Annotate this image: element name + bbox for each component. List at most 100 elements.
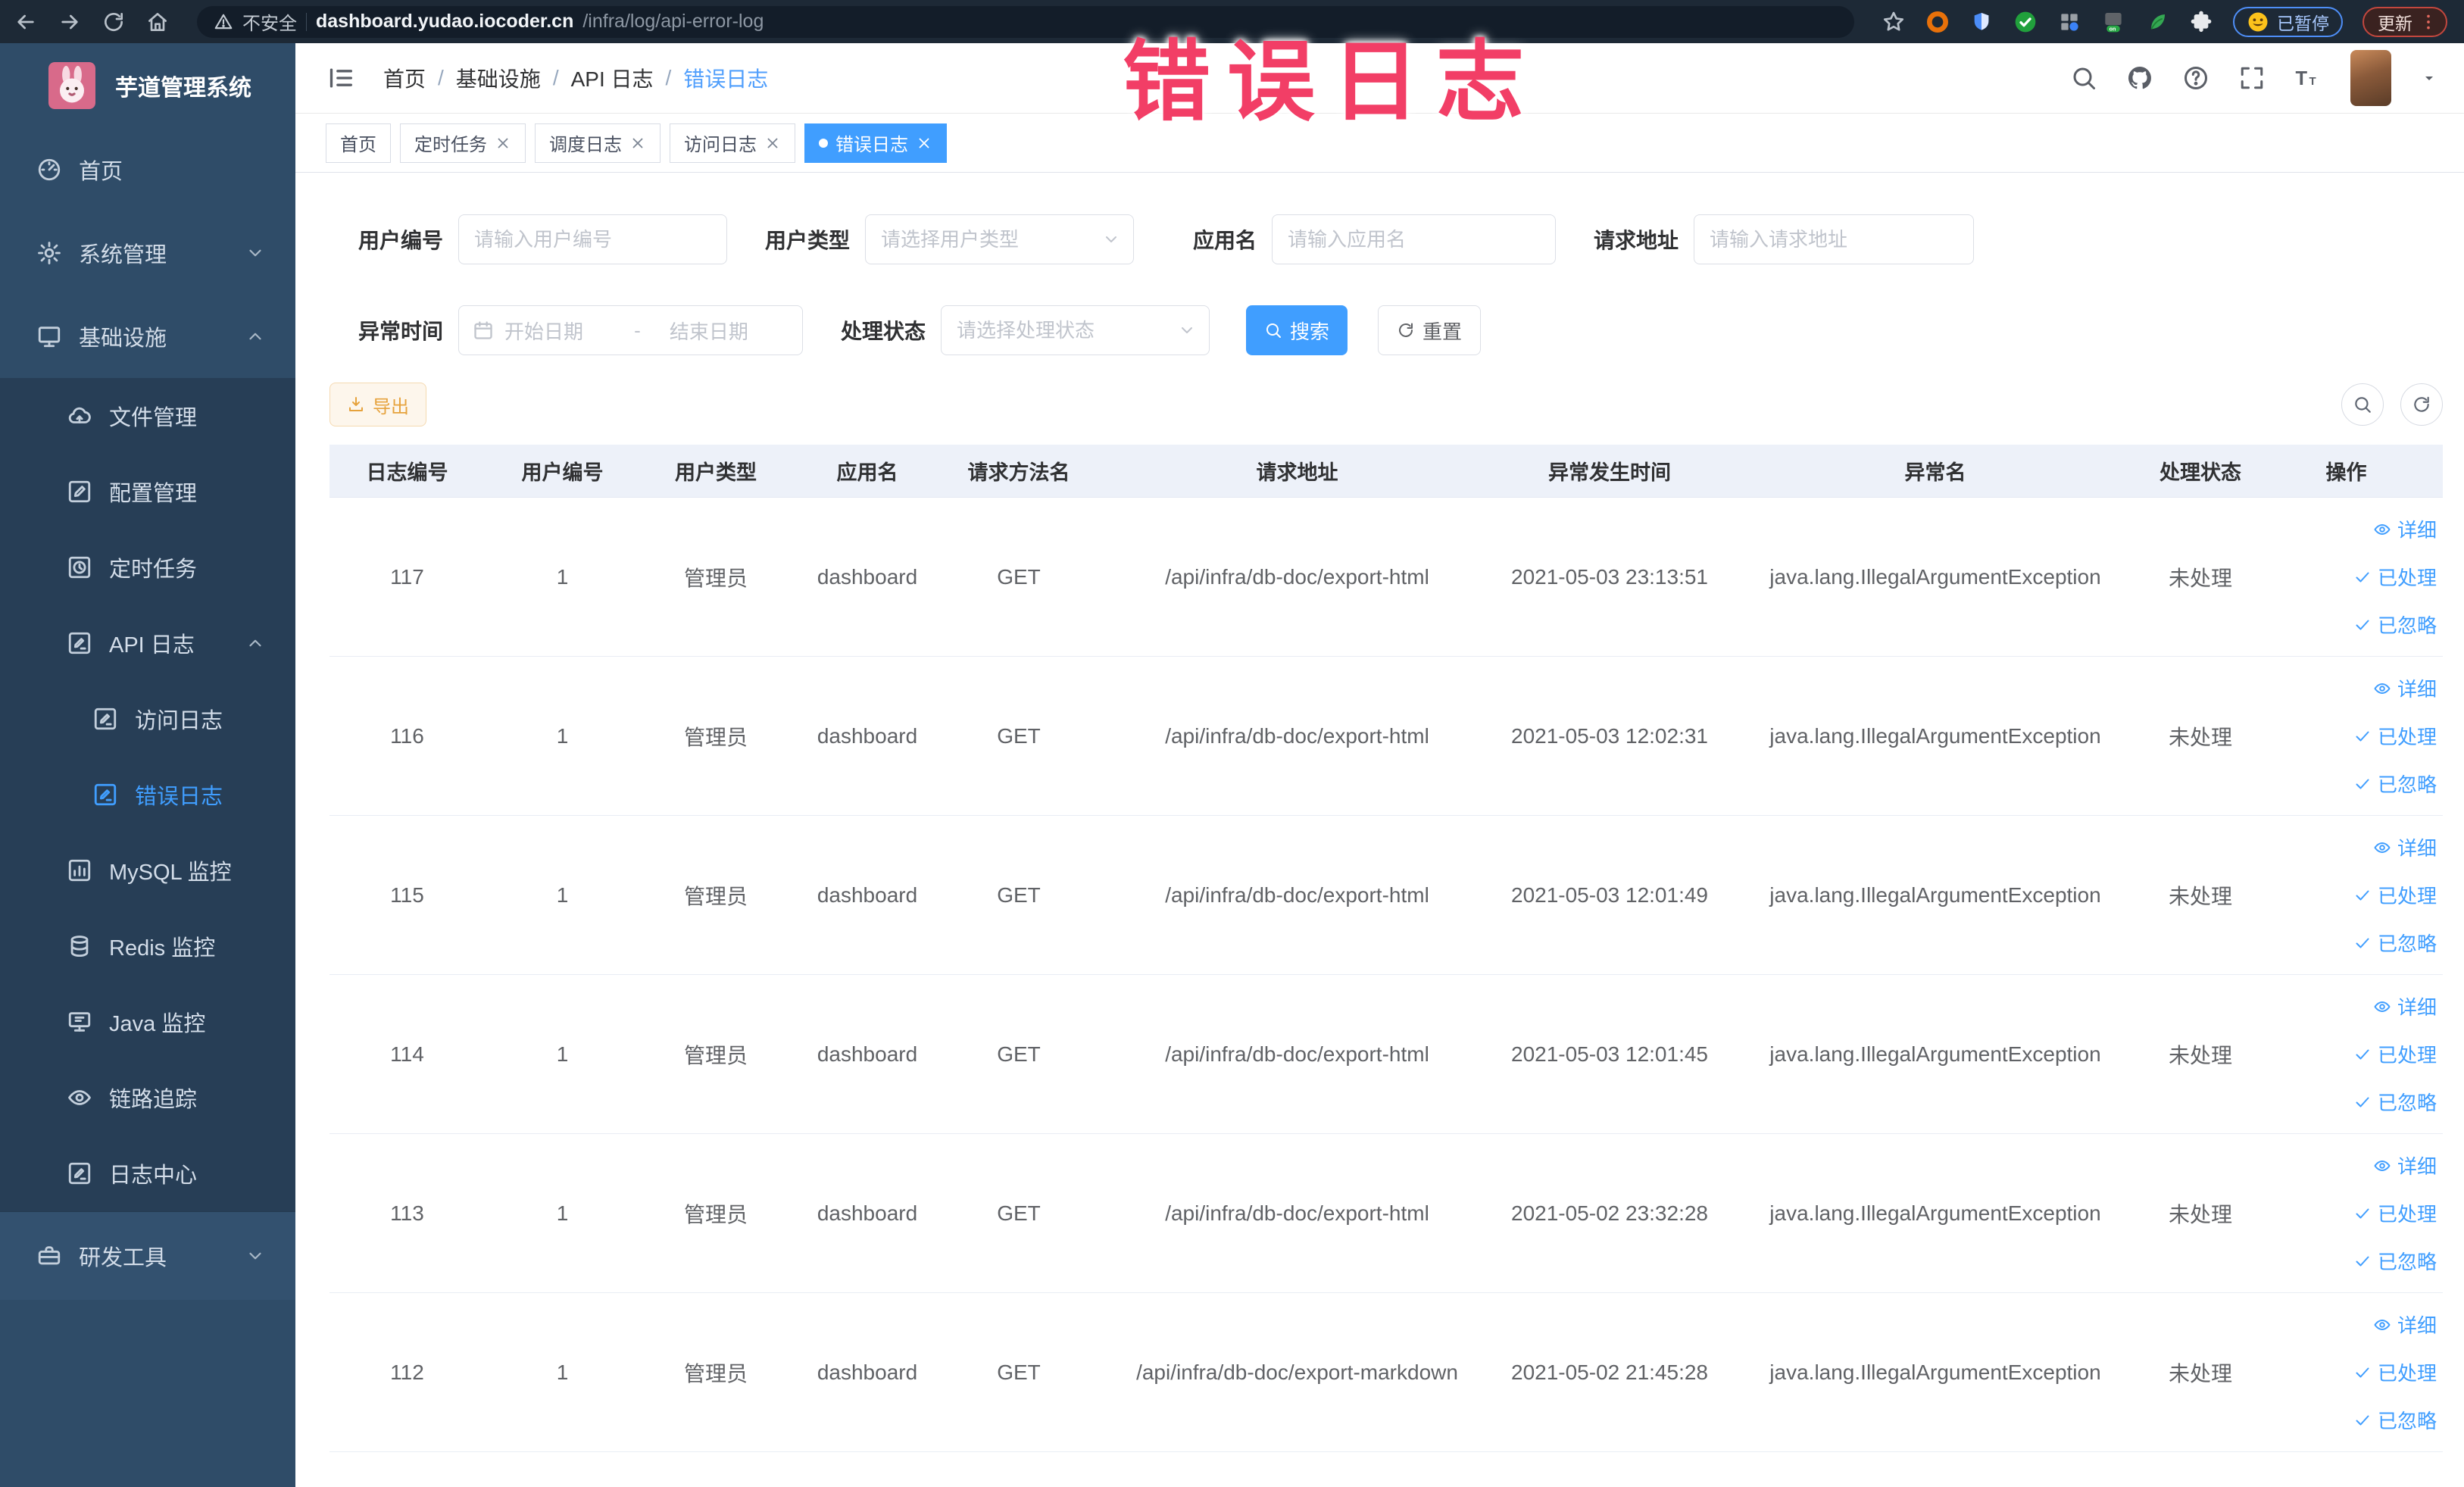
sidebar-item-12-链路追踪[interactable]: 链路追踪 (0, 1060, 295, 1136)
filter-process-status: 处理状态 (812, 305, 1210, 355)
sidebar-item-4-配置管理[interactable]: 配置管理 (0, 454, 295, 530)
app-name-input[interactable] (1272, 214, 1556, 264)
action-link-已忽略[interactable]: 已忽略 (2353, 770, 2437, 798)
github-icon[interactable] (2126, 64, 2153, 92)
browser-back-icon[interactable] (14, 10, 38, 34)
cell-method: GET (997, 723, 1041, 748)
user-id-input[interactable] (458, 214, 727, 264)
action-link-已处理[interactable]: 已处理 (2353, 881, 2437, 909)
cell-status: 未处理 (2168, 884, 2232, 908)
sidebar: 芋道管理系统 首页系统管理基础设施 文件管理 配置管理 定时任务 API 日志 访问日志错… (0, 43, 295, 1487)
action-link-已忽略[interactable]: 已忽略 (2353, 1406, 2437, 1434)
breadcrumb-item-API 日志[interactable]: API 日志 (571, 63, 654, 93)
action-link-详细[interactable]: 详细 (2373, 992, 2437, 1020)
extension-leaf-icon[interactable] (2145, 10, 2169, 34)
fullscreen-icon[interactable] (2238, 64, 2266, 92)
tab-首页[interactable]: 首页 (326, 123, 391, 163)
refresh-table-button[interactable] (2400, 383, 2443, 426)
security-warning-icon[interactable] (214, 12, 233, 32)
column-header-日志编号: 日志编号 (366, 461, 448, 484)
extension-switch-on-icon[interactable]: on (2101, 10, 2125, 34)
action-link-已处理[interactable]: 已处理 (2353, 1199, 2437, 1227)
font-size-icon[interactable]: TT (2294, 64, 2322, 92)
sidebar-item-6-API 日志[interactable]: API 日志 (0, 605, 295, 681)
tab-错误日志[interactable]: 错误日志 (804, 123, 947, 163)
action-link-详细[interactable]: 详细 (2373, 833, 2437, 861)
user-type-select[interactable] (865, 214, 1134, 264)
edit-icon (67, 479, 92, 505)
process-status-select[interactable] (941, 305, 1210, 355)
export-button[interactable]: 导出 (329, 383, 426, 426)
refresh-table-icon (2412, 395, 2431, 414)
help-icon[interactable] (2182, 64, 2209, 92)
breadcrumb-item-基础设施[interactable]: 基础设施 (456, 63, 541, 93)
action-link-已处理[interactable]: 已处理 (2353, 563, 2437, 591)
sidebar-item-3-文件管理[interactable]: 文件管理 (0, 378, 295, 454)
cell-userId: 1 (556, 1042, 569, 1066)
user-menu-caret-icon[interactable] (2420, 69, 2438, 87)
sidebar-item-8-错误日志[interactable]: 错误日志 (0, 757, 295, 833)
browser-forward-icon[interactable] (58, 10, 82, 34)
sidebar-item-5-定时任务[interactable]: 定时任务 (0, 530, 295, 605)
navbar-actions: TT (2070, 50, 2438, 106)
browser-menu-icon[interactable] (2419, 12, 2438, 32)
tab-调度日志[interactable]: 调度日志 (535, 123, 661, 163)
action-link-已处理[interactable]: 已处理 (2353, 1358, 2437, 1386)
date-range-picker[interactable]: 开始日期 - 结束日期 (458, 305, 803, 355)
sidebar-logo-row[interactable]: 芋道管理系统 (0, 43, 295, 128)
close-tab-icon[interactable] (629, 135, 646, 152)
reset-button[interactable]: 重置 (1378, 305, 1482, 355)
close-tab-icon[interactable] (764, 135, 781, 152)
cell-url: /api/infra/db-doc/export-html (1165, 564, 1429, 589)
action-link-详细[interactable]: 详细 (2373, 1310, 2437, 1339)
action-link-详细[interactable]: 详细 (2373, 1151, 2437, 1179)
action-link-详细[interactable]: 详细 (2373, 515, 2437, 543)
sidebar-item-7-访问日志[interactable]: 访问日志 (0, 681, 295, 757)
clock-icon (67, 555, 92, 580)
action-link-已忽略[interactable]: 已忽略 (2353, 1088, 2437, 1116)
sidebar-toggle-icon[interactable] (326, 63, 356, 93)
action-link-已忽略[interactable]: 已忽略 (2353, 929, 2437, 957)
extensions-puzzle-icon[interactable] (2189, 10, 2213, 34)
bookmark-star-icon[interactable] (1882, 10, 1906, 34)
sidebar-item-10-Redis 监控[interactable]: Redis 监控 (0, 908, 295, 984)
sidebar-item-14-研发工具[interactable]: 研发工具 (0, 1212, 295, 1300)
header-search-icon[interactable] (2070, 64, 2097, 92)
toggle-search-button[interactable] (2341, 383, 2384, 426)
tab-访问日志[interactable]: 访问日志 (670, 123, 795, 163)
action-link-已处理[interactable]: 已处理 (2353, 1040, 2437, 1068)
breadcrumb-item-首页[interactable]: 首页 (383, 63, 426, 93)
sidebar-item-1-系统管理[interactable]: 系统管理 (0, 211, 295, 295)
browser-update-button[interactable]: 更新 (2363, 6, 2447, 37)
sidebar-item-label: 系统管理 (79, 243, 167, 267)
sidebar-item-0-首页[interactable]: 首页 (0, 128, 295, 211)
svg-text:on: on (2110, 25, 2116, 32)
address-divider (306, 12, 307, 31)
sidebar-item-13-日志中心[interactable]: 日志中心 (0, 1136, 295, 1211)
browser-home-icon[interactable] (145, 10, 170, 34)
user-avatar[interactable] (2350, 50, 2391, 106)
action-link-详细[interactable]: 详细 (2373, 674, 2437, 702)
search-button[interactable]: 搜索 (1246, 305, 1348, 355)
close-tab-icon[interactable] (495, 135, 511, 152)
action-link-已处理[interactable]: 已处理 (2353, 722, 2437, 750)
close-tab-icon[interactable] (916, 135, 932, 152)
browser-reload-icon[interactable] (101, 10, 126, 34)
sidebar-item-9-MySQL 监控[interactable]: MySQL 监控 (0, 833, 295, 908)
date-end-placeholder: 结束日期 (669, 320, 748, 343)
extension-orange-ring-icon[interactable] (1925, 10, 1950, 34)
sidebar-item-11-Java 监控[interactable]: Java 监控 (0, 984, 295, 1060)
tab-定时任务[interactable]: 定时任务 (400, 123, 526, 163)
java-icon (67, 1009, 92, 1035)
chevron-up-icon (245, 326, 265, 346)
extension-grid-icon[interactable] (2057, 10, 2081, 34)
extension-paused-badge[interactable]: 已暂停 (2233, 6, 2343, 37)
extension-shield-icon[interactable] (1969, 10, 1994, 34)
extension-green-check-icon[interactable] (2013, 10, 2038, 34)
address-bar[interactable]: 不安全 dashboard.yudao.iocoder.cn/infra/log… (197, 5, 1854, 38)
security-label: 不安全 (242, 14, 297, 34)
action-link-已忽略[interactable]: 已忽略 (2353, 611, 2437, 639)
request-url-input[interactable] (1694, 214, 1974, 264)
action-link-已忽略[interactable]: 已忽略 (2353, 1247, 2437, 1275)
sidebar-item-2-基础设施[interactable]: 基础设施 (0, 295, 295, 378)
